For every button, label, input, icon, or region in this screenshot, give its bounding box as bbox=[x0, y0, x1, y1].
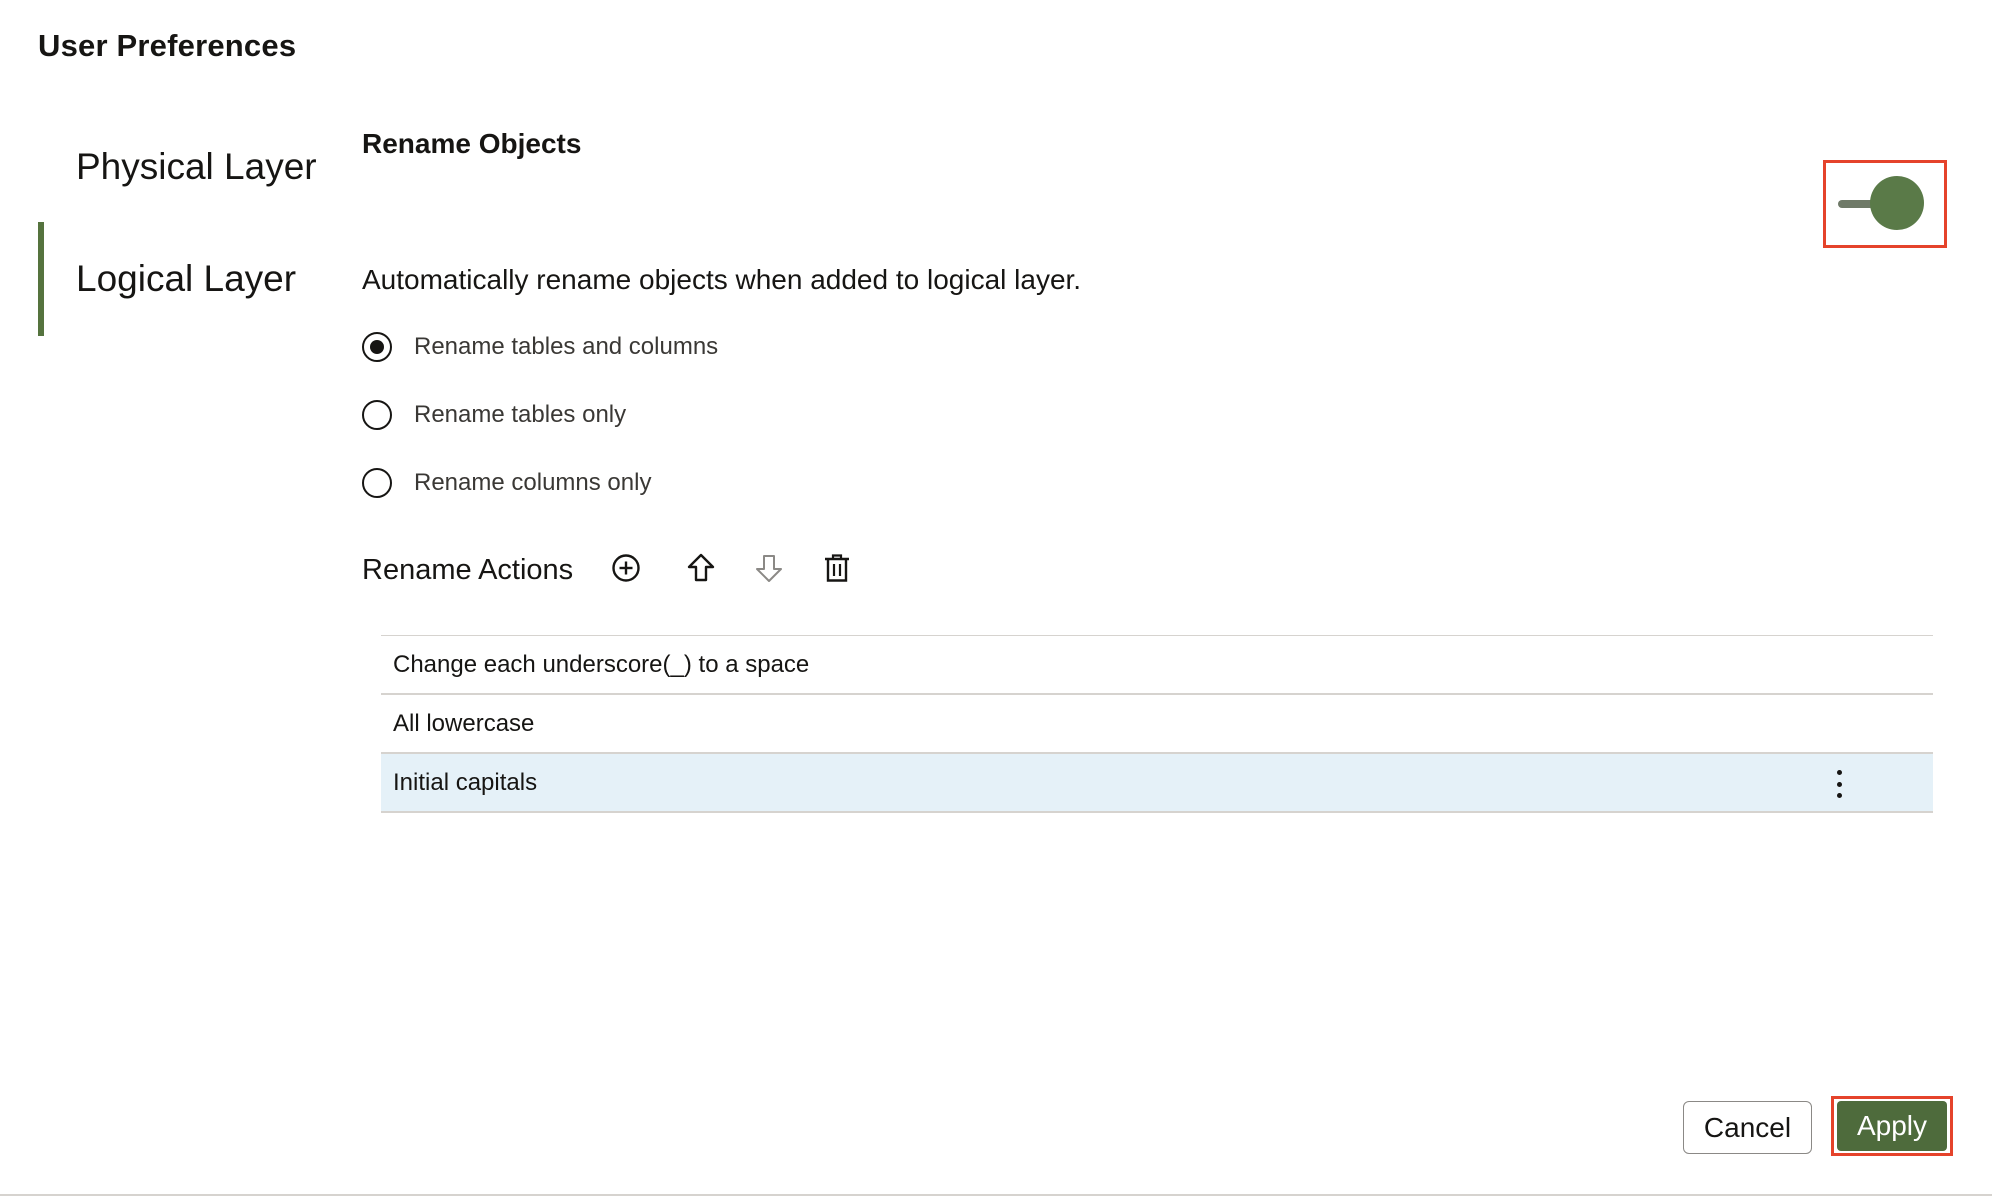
radio-label: Rename columns only bbox=[414, 469, 652, 496]
move-down-button[interactable] bbox=[749, 548, 789, 588]
menu-dot bbox=[1836, 770, 1842, 775]
rename-objects-toggle[interactable] bbox=[1836, 176, 1926, 232]
radio-checked-icon bbox=[362, 332, 392, 362]
add-action-button[interactable] bbox=[606, 548, 646, 588]
row-text: Initial capitals bbox=[393, 768, 538, 796]
move-up-icon bbox=[687, 553, 715, 582]
table-row[interactable]: Change each underscore(_) to a space bbox=[381, 636, 1933, 695]
section-title: Rename Objects bbox=[362, 128, 582, 159]
delete-action-button[interactable] bbox=[817, 548, 857, 588]
cancel-button[interactable]: Cancel bbox=[1683, 1101, 1812, 1154]
more-options-icon[interactable] bbox=[1829, 766, 1849, 802]
move-down-icon bbox=[756, 555, 782, 582]
nav-item-label: Logical Layer bbox=[76, 258, 297, 299]
apply-button[interactable]: Apply bbox=[1837, 1101, 1947, 1151]
menu-dot bbox=[1836, 781, 1842, 787]
radio-rename-columns-only[interactable]: Rename columns only bbox=[362, 463, 651, 503]
rename-actions-label: Rename Actions bbox=[362, 554, 574, 586]
nav-item-label: Physical Layer bbox=[76, 146, 317, 187]
dialog-title: User Preferences bbox=[38, 28, 297, 63]
radio-rename-tables-only[interactable]: Rename tables only bbox=[362, 395, 626, 435]
row-text: Change each underscore(_) to a space bbox=[393, 650, 810, 678]
row-text: All lowercase bbox=[393, 709, 535, 737]
radio-unchecked-icon bbox=[362, 400, 392, 430]
move-up-button[interactable] bbox=[681, 548, 721, 588]
nav-item-logical-layer[interactable]: Logical Layer bbox=[38, 222, 328, 336]
table-row-selected[interactable]: Initial capitals bbox=[381, 754, 1933, 813]
add-circle-icon bbox=[612, 554, 640, 582]
rename-actions-table: Change each underscore(_) to a space All… bbox=[381, 635, 1933, 813]
table-row[interactable]: All lowercase bbox=[381, 695, 1933, 754]
radio-label: Rename tables only bbox=[414, 401, 627, 428]
toggle-knob bbox=[1870, 176, 1924, 230]
radio-unchecked-icon bbox=[362, 468, 392, 498]
nav-item-physical-layer[interactable]: Physical Layer bbox=[38, 110, 328, 224]
rename-description: Automatically rename objects when added … bbox=[362, 264, 1082, 295]
menu-dot bbox=[1836, 793, 1842, 798]
delete-icon bbox=[825, 554, 849, 582]
radio-label: Rename tables and columns bbox=[414, 333, 719, 360]
radio-rename-tables-and-columns[interactable]: Rename tables and columns bbox=[362, 327, 718, 367]
